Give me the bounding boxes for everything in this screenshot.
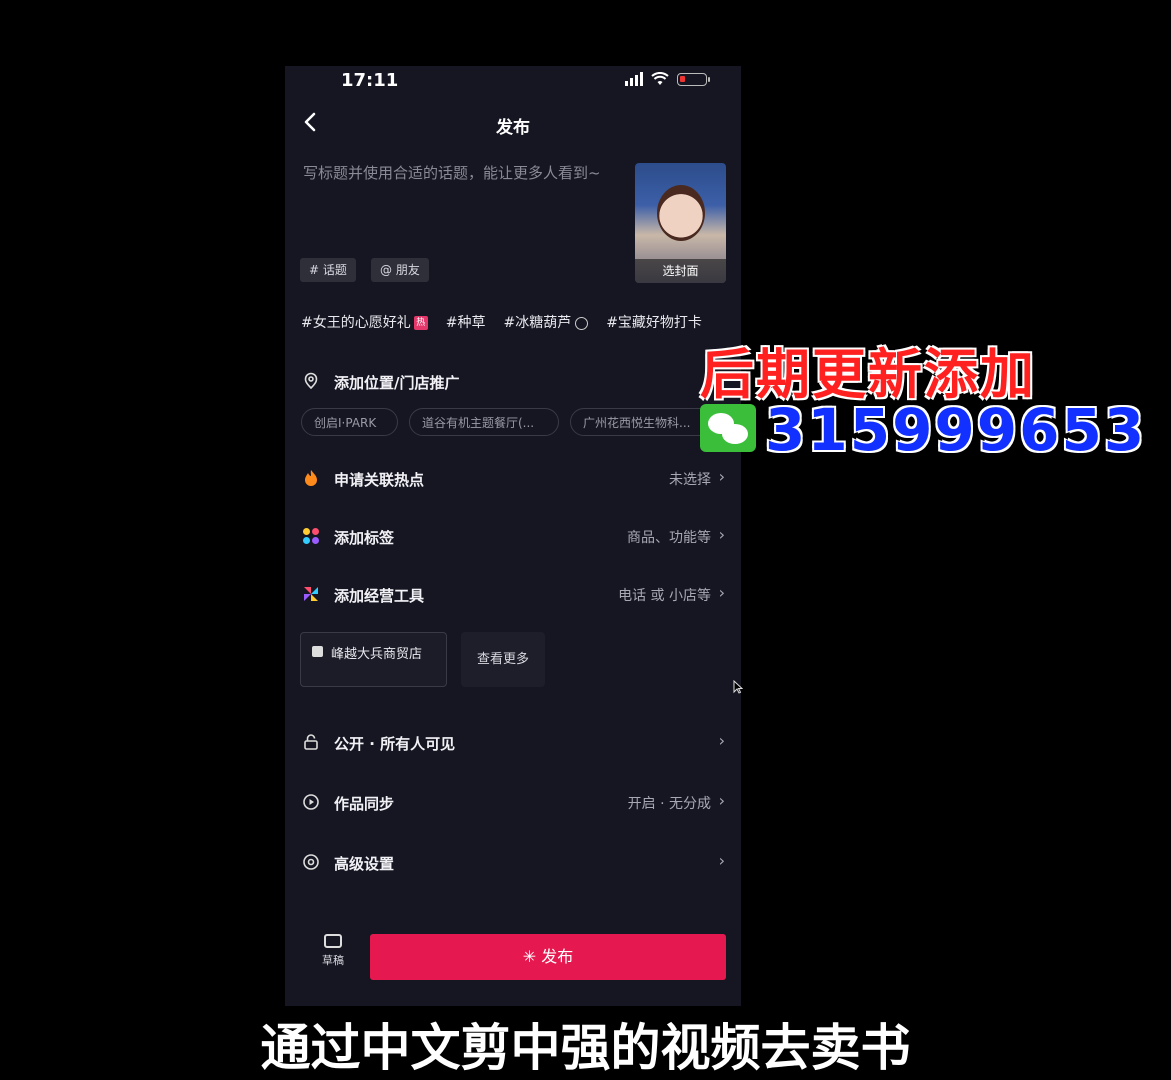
battery-icon [677, 72, 710, 86]
chevron-right-icon: › [718, 467, 725, 486]
trending-topics: #女王的心愿好礼热 #种草 #冰糖葫芦 #宝藏好物打卡 [301, 312, 702, 332]
topic-item[interactable]: #冰糖葫芦 [503, 312, 589, 332]
chevron-right-icon: › [718, 791, 725, 810]
store-name: 峰越大兵商贸店 [331, 647, 423, 662]
mention-chip[interactable]: @ 朋友 [371, 258, 429, 282]
chevron-right-icon: › [718, 731, 725, 750]
cover-selector[interactable]: 选封面 [635, 163, 726, 283]
status-time: 17:11 [341, 70, 399, 91]
sync-label: 作品同步 [334, 795, 395, 813]
location-chip[interactable]: 道谷有机主题餐厅(... [409, 408, 559, 436]
phone-screen: 17:11 发布 写标题并使用合适的话题，能让更多人看到~ 选封面 # 话题 @… [285, 66, 741, 1006]
hotspot-label: 申请关联热点 [334, 471, 425, 489]
mouse-cursor-icon [733, 680, 743, 694]
location-pin-icon [304, 372, 318, 390]
topic-item[interactable]: #种草 [446, 312, 486, 332]
topic-item[interactable]: #女王的心愿好礼热 [301, 312, 428, 332]
wifi-icon [651, 72, 669, 85]
settings-icon [303, 854, 319, 870]
topic-item[interactable]: #宝藏好物打卡 [606, 312, 702, 332]
pinwheel-icon [304, 587, 318, 601]
wechat-id: 315999653 [765, 396, 1147, 464]
cover-thumbnail [657, 185, 705, 241]
caption-input[interactable]: 写标题并使用合适的话题，能让更多人看到~ [303, 163, 623, 184]
clock-icon [575, 316, 589, 330]
draft-label: 草稿 [322, 954, 344, 967]
hot-badge: 热 [413, 316, 428, 330]
publish-label: 发布 [541, 947, 574, 966]
sync-value[interactable]: 开启 · 无分成 [628, 793, 711, 813]
tags-label: 添加标签 [334, 529, 395, 547]
draft-button[interactable]: 草稿 [315, 934, 351, 968]
page-title: 发布 [496, 118, 530, 138]
tag-dots-icon [303, 528, 319, 544]
publish-button[interactable]: ✳ 发布 [370, 934, 726, 980]
advanced-label[interactable]: 高级设置 [334, 853, 394, 874]
location-chip[interactable]: 创启I·PARK [301, 408, 398, 436]
tools-value[interactable]: 电话 或 小店等 [618, 585, 711, 605]
visibility-label[interactable]: 公开 · 所有人可见 [334, 733, 455, 754]
view-more-button[interactable]: 查看更多 [461, 632, 545, 687]
location-chip[interactable]: 广州花西悦生物科... [570, 408, 720, 436]
hotspot-value[interactable]: 未选择 [669, 469, 711, 489]
wechat-icon [700, 404, 756, 452]
chevron-right-icon: › [718, 525, 725, 544]
cover-label: 选封面 [635, 259, 726, 283]
tags-value[interactable]: 商品、功能等 [627, 527, 711, 547]
lock-icon [304, 734, 318, 750]
chevron-right-icon: › [718, 851, 725, 870]
tools-label: 添加经营工具 [334, 587, 425, 605]
store-card[interactable]: 峰越大兵商贸店 [300, 632, 447, 687]
topic-chip[interactable]: # 话题 [300, 258, 356, 282]
sparkle-icon: ✳ [522, 947, 542, 966]
location-label[interactable]: 添加位置/门店推广 [334, 372, 459, 393]
video-subtitle: 通过中文剪中强的视频去卖书 [260, 1019, 911, 1077]
signal-icon [625, 72, 643, 86]
sync-play-icon [303, 794, 319, 810]
chevron-right-icon: › [718, 583, 725, 602]
draft-icon [324, 934, 342, 948]
shop-bag-icon [312, 646, 323, 657]
status-icons [625, 72, 710, 86]
flame-icon [305, 470, 317, 486]
